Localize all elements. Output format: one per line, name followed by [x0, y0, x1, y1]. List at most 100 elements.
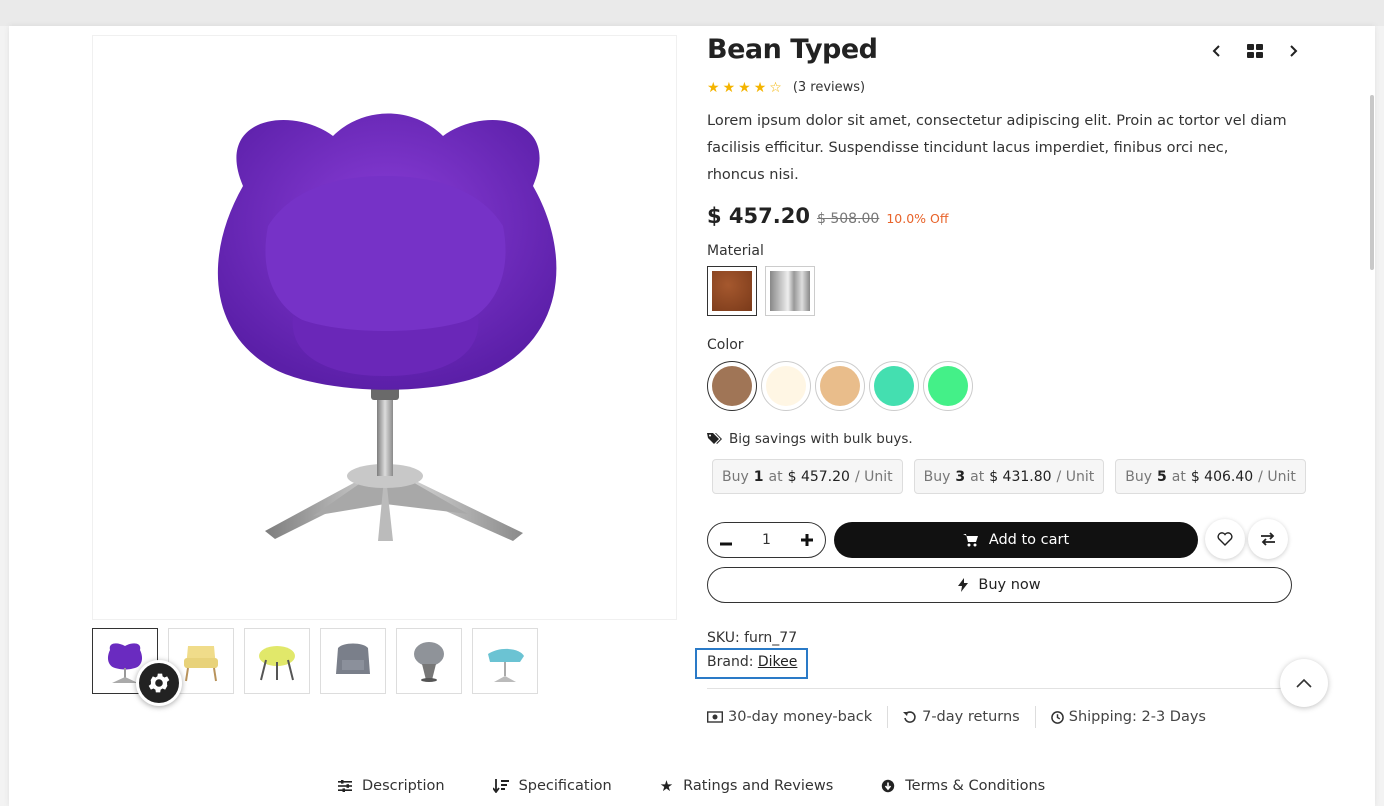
bulk-price: $ 457.20	[787, 468, 850, 485]
tab-terms[interactable]: Terms & Conditions	[881, 778, 1045, 794]
bulk-offer-5[interactable]: Buy 5 at $ 406.40 / Unit	[1115, 459, 1306, 494]
divider	[707, 688, 1292, 689]
color-option-cream[interactable]	[761, 361, 811, 411]
bulk-offers: Buy 1 at $ 457.20 / Unit Buy 3 at $ 431.…	[712, 459, 1306, 494]
quantity-stepper	[707, 522, 826, 558]
discount-badge: 10.0% Off	[886, 211, 949, 226]
color-dot	[928, 366, 968, 406]
policy-divider	[887, 706, 889, 728]
next-product-button[interactable]	[1282, 40, 1304, 62]
star-filled-icon: ★	[753, 79, 767, 96]
bulk-at: at	[1171, 468, 1186, 485]
sku-row: SKU: furn_77	[707, 630, 797, 646]
bulk-buy: Buy	[1125, 468, 1152, 485]
policy-label: 7-day returns	[922, 709, 1020, 725]
decrease-quantity-button[interactable]	[720, 531, 732, 550]
bulk-unit: / Unit	[854, 468, 893, 485]
bulk-qty: 1	[753, 468, 764, 485]
tab-label: Specification	[518, 778, 612, 794]
buy-now-label: Buy now	[978, 577, 1041, 593]
compare-button[interactable]	[1248, 519, 1288, 559]
grid-view-button[interactable]	[1244, 40, 1266, 62]
policy-divider	[1034, 706, 1036, 728]
price-row: $ 457.20 $ 508.00 10.0% Off	[707, 204, 948, 228]
tab-label: Description	[362, 778, 445, 794]
thumbnail-teal-chair[interactable]	[472, 628, 538, 694]
material-label: Material	[707, 243, 764, 259]
plus-icon	[801, 533, 813, 546]
bulk-unit: / Unit	[1258, 468, 1296, 485]
brand-row: Brand: Dikee	[707, 654, 797, 670]
money-icon	[707, 711, 723, 723]
bulk-offer-1[interactable]: Buy 1 at $ 457.20 / Unit	[712, 459, 903, 494]
chevron-up-icon	[1296, 678, 1312, 688]
add-to-cart-label: Add to cart	[988, 532, 1070, 548]
color-option-green[interactable]	[923, 361, 973, 411]
bulk-unit: / Unit	[1056, 468, 1095, 485]
purple-swan-chair-image	[217, 113, 557, 541]
increase-quantity-button[interactable]	[801, 531, 813, 550]
bulk-offer-3[interactable]: Buy 3 at $ 431.80 / Unit	[913, 459, 1105, 494]
star-icon: ★	[659, 777, 674, 795]
product-rating: ★ ★ ★ ★ ☆ (3 reviews)	[707, 80, 865, 95]
clock-icon	[1050, 710, 1064, 724]
bulk-at: at	[970, 468, 985, 485]
star-filled-icon: ★	[707, 79, 720, 96]
product-tabs: Description Specification ★ Ratings and …	[338, 778, 1045, 794]
wishlist-button[interactable]	[1205, 519, 1245, 559]
old-price: $ 508.00	[816, 211, 880, 227]
star-filled-icon: ★	[738, 79, 751, 96]
arrow-circle-icon	[882, 779, 895, 793]
color-dot	[712, 366, 752, 406]
sku-value: furn_77	[744, 630, 798, 646]
thumbnail-grey-pod-chair[interactable]	[396, 628, 462, 694]
brand-link[interactable]: Dikee	[758, 654, 798, 670]
page-scrollbar[interactable]	[1370, 95, 1374, 270]
tab-specification[interactable]: Specification	[492, 778, 612, 794]
bulk-savings-text: Big savings with bulk buys.	[729, 431, 913, 447]
color-label: Color	[707, 337, 744, 353]
leather-swatch	[712, 271, 752, 311]
color-dot	[820, 366, 860, 406]
add-to-cart-button[interactable]: Add to cart	[834, 522, 1198, 558]
current-price: $ 457.20	[707, 204, 810, 228]
thumbnail-lime-chair[interactable]	[244, 628, 310, 694]
product-description: Lorem ipsum dolor sit amet, consectetur …	[707, 113, 1287, 183]
main-product-image[interactable]	[92, 35, 677, 620]
grid-icon	[1247, 44, 1263, 58]
chevron-left-icon	[1212, 45, 1220, 57]
top-bar	[0, 0, 1384, 26]
tab-label: Ratings and Reviews	[683, 778, 834, 794]
buy-now-button[interactable]: Buy now	[707, 567, 1292, 603]
quantity-input[interactable]	[746, 532, 787, 548]
color-option-brown[interactable]	[707, 361, 757, 411]
star-empty-icon: ☆	[769, 79, 782, 96]
prev-product-button[interactable]	[1206, 40, 1228, 62]
reviews-count-link[interactable]: (3 reviews)	[793, 80, 865, 95]
policy-returns: 7-day returns	[903, 709, 1020, 725]
tab-description[interactable]: Description	[338, 778, 445, 794]
minus-icon	[720, 542, 732, 545]
thumbnail-grey-armchair[interactable]	[320, 628, 386, 694]
tab-label: Terms & Conditions	[905, 778, 1046, 794]
cart-icon	[962, 534, 978, 547]
material-option-leather[interactable]	[707, 266, 757, 316]
policy-label: Shipping: 2-3 Days	[1068, 709, 1206, 725]
lightning-icon	[958, 578, 969, 592]
tags-icon	[707, 433, 722, 444]
star-filled-icon: ★	[722, 79, 736, 96]
tab-ratings-reviews[interactable]: ★ Ratings and Reviews	[660, 778, 834, 794]
policy-row: 30-day money-back 7-day returns Shipping…	[707, 706, 1206, 728]
scroll-to-top-button[interactable]	[1280, 659, 1328, 707]
color-option-teal[interactable]	[869, 361, 919, 411]
sort-icon	[492, 779, 509, 793]
material-options	[707, 266, 815, 316]
policy-money-back: 30-day money-back	[707, 709, 872, 725]
bulk-price: $ 406.40	[1190, 468, 1254, 485]
settings-gear-button[interactable]	[136, 660, 182, 706]
sliders-icon	[338, 780, 352, 792]
policy-shipping: Shipping: 2-3 Days	[1050, 709, 1206, 725]
color-option-tan[interactable]	[815, 361, 865, 411]
color-options	[707, 361, 973, 411]
material-option-steel[interactable]	[765, 266, 815, 316]
